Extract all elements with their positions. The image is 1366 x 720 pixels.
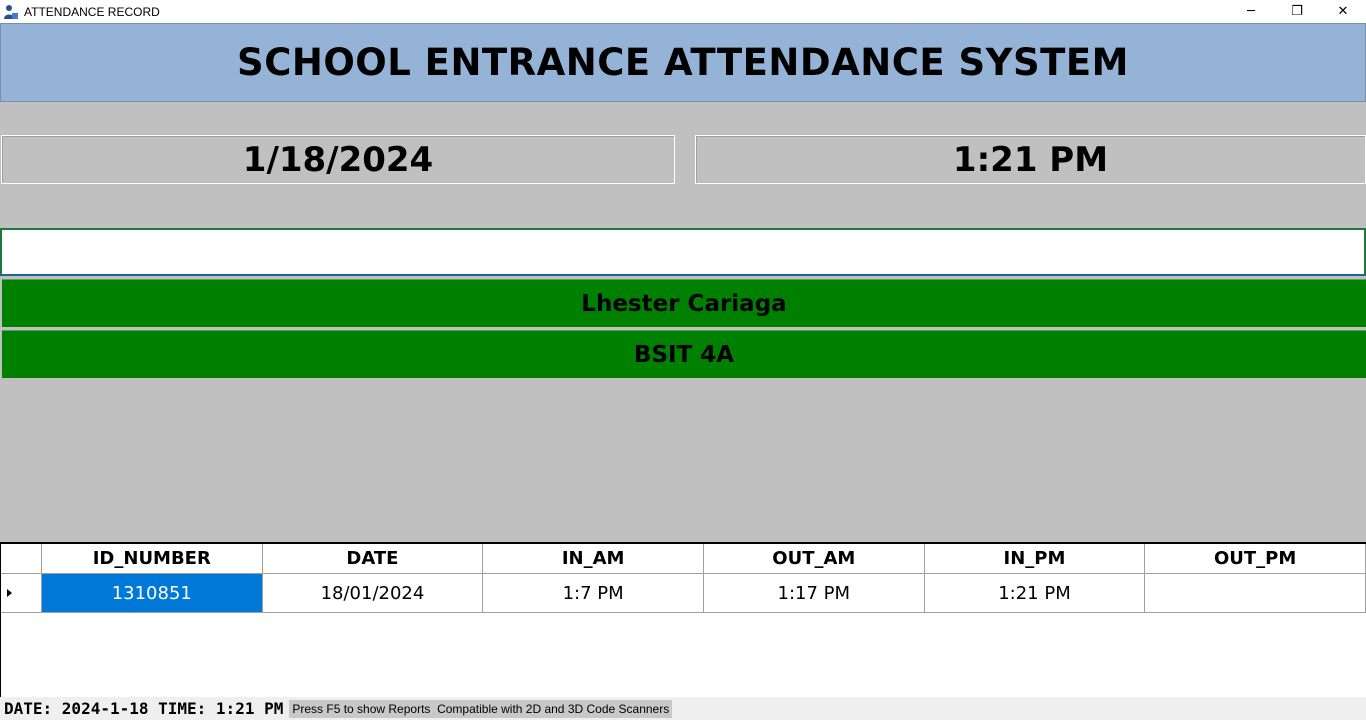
cell-out-am[interactable]: 1:17 PM (704, 574, 925, 612)
minimize-button[interactable]: ─ (1228, 0, 1274, 23)
window-title: ATTENDANCE RECORD (24, 4, 160, 19)
current-date: 1/18/2024 (242, 139, 434, 180)
status-datetime: DATE: 2024-1-18 TIME: 1:21 PM (4, 699, 284, 718)
date-panel: 1/18/2024 (1, 135, 675, 184)
header-banner: SCHOOL ENTRANCE ATTENDANCE SYSTEM (0, 23, 1366, 102)
column-header-out-pm[interactable]: OUT_PM (1145, 544, 1366, 573)
column-header-date[interactable]: DATE (263, 544, 484, 573)
cell-in-am[interactable]: 1:7 PM (483, 574, 704, 612)
attendance-grid[interactable]: ID_NUMBER DATE IN_AM OUT_AM IN_PM OUT_PM… (0, 542, 1366, 697)
grid-header-row: ID_NUMBER DATE IN_AM OUT_AM IN_PM OUT_PM (1, 544, 1366, 574)
close-button[interactable]: ✕ (1320, 0, 1366, 23)
student-section-bar: BSIT 4A (2, 330, 1366, 378)
student-section: BSIT 4A (633, 341, 735, 368)
status-hint: Press F5 to show Reports Compatible with… (289, 699, 673, 718)
student-name-bar: Lhester Cariaga (2, 279, 1366, 327)
cell-out-pm[interactable] (1145, 574, 1366, 612)
column-header-out-am[interactable]: OUT_AM (704, 544, 925, 573)
window-controls: ─ ❐ ✕ (1228, 0, 1366, 23)
status-bar: DATE: 2024-1-18 TIME: 1:21 PM Press F5 t… (0, 697, 1366, 720)
column-header-id-number[interactable]: ID_NUMBER (42, 544, 263, 573)
current-row-arrow-icon (7, 589, 12, 597)
table-row[interactable]: 1310851 18/01/2024 1:7 PM 1:17 PM 1:21 P… (1, 574, 1366, 613)
user-app-icon (3, 4, 19, 20)
row-selector[interactable] (1, 574, 42, 612)
system-title: SCHOOL ENTRANCE ATTENDANCE SYSTEM (237, 41, 1129, 84)
current-time: 1:21 PM (952, 139, 1109, 180)
column-header-in-pm[interactable]: IN_PM (925, 544, 1146, 573)
restore-button[interactable]: ❐ (1274, 0, 1320, 23)
title-bar: ATTENDANCE RECORD ─ ❐ ✕ (0, 0, 1366, 23)
row-header-corner (1, 544, 42, 573)
cell-id-number[interactable]: 1310851 (41, 574, 263, 612)
cell-date[interactable]: 18/01/2024 (263, 574, 484, 612)
id-scan-input[interactable] (0, 228, 1366, 276)
column-header-in-am[interactable]: IN_AM (483, 544, 704, 573)
cell-in-pm[interactable]: 1:21 PM (925, 574, 1146, 612)
student-name: Lhester Cariaga (581, 290, 787, 317)
time-panel: 1:21 PM (695, 135, 1366, 184)
